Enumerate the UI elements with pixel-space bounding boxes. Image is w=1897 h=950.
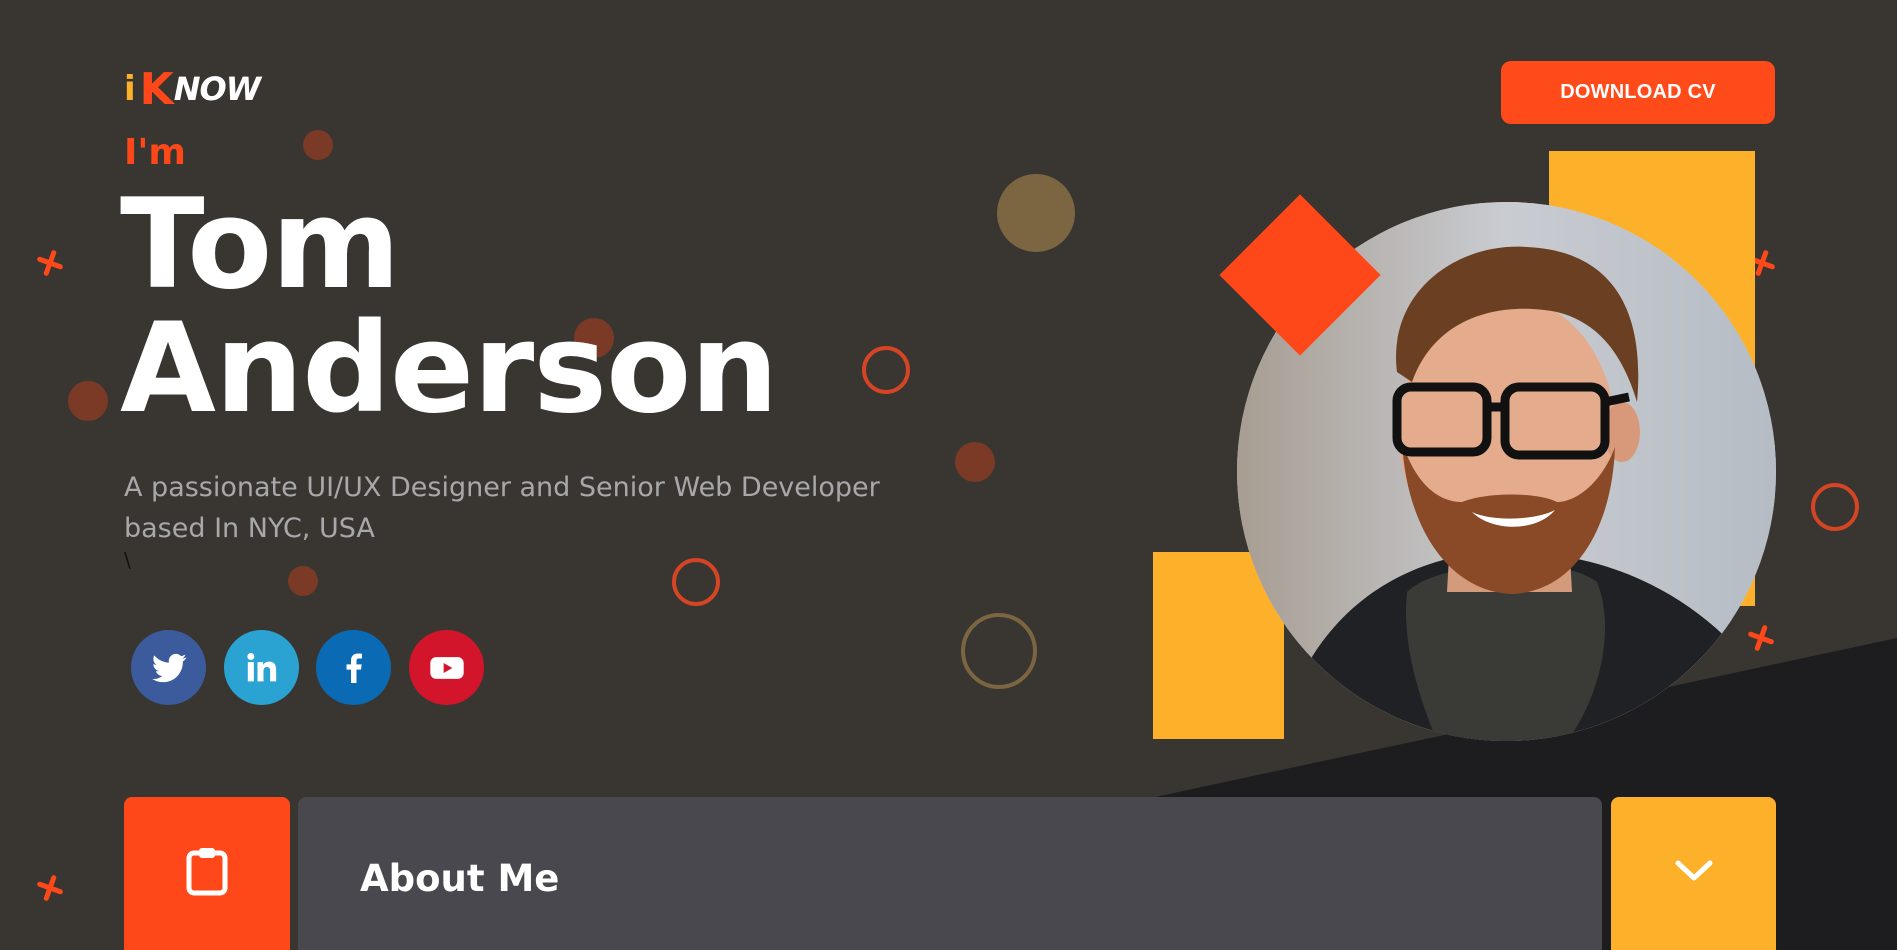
logo-now: NOW xyxy=(173,70,261,108)
about-header[interactable]: About Me xyxy=(298,797,1602,950)
name-last: Anderson xyxy=(120,297,779,441)
download-cv-button[interactable]: DOWNLOAD CV xyxy=(1501,61,1775,124)
about-title: About Me xyxy=(360,857,560,900)
clipboard-icon xyxy=(186,848,228,896)
linkedin-button[interactable] xyxy=(224,630,299,705)
stray-character: \ xyxy=(124,548,131,572)
chevron-down-icon xyxy=(1675,860,1712,881)
facebook-icon xyxy=(346,653,362,683)
about-toggle-button[interactable] xyxy=(1611,797,1776,950)
logo-k: K xyxy=(139,63,174,115)
tagline-line-1: A passionate UI/UX Designer and Senior W… xyxy=(124,472,880,503)
logo-i: i xyxy=(124,69,136,109)
linkedin-icon xyxy=(246,652,276,681)
intro-text: I'm xyxy=(124,132,186,173)
facebook-button[interactable] xyxy=(316,630,391,705)
youtube-icon xyxy=(429,656,464,679)
youtube-button[interactable] xyxy=(409,630,484,705)
about-icon-box[interactable] xyxy=(124,797,290,950)
name-first: Tom xyxy=(120,173,401,317)
tagline-line-2: based In NYC, USA xyxy=(124,513,375,544)
twitter-icon xyxy=(151,653,186,682)
hero-name: Tom Anderson xyxy=(120,173,779,441)
logo[interactable]: i K NOW xyxy=(124,60,261,118)
tagline: A passionate UI/UX Designer and Senior W… xyxy=(124,467,914,549)
twitter-button[interactable] xyxy=(131,630,206,705)
